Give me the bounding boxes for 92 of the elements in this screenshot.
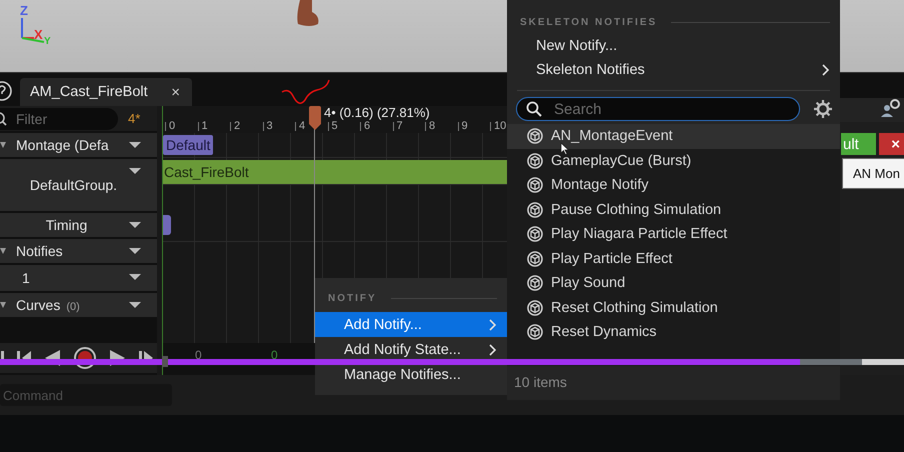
scrubber-handle[interactable] <box>162 356 168 367</box>
axis-label: Y <box>44 37 51 47</box>
item-label: Montage Notify <box>551 177 649 194</box>
track-count: (0) <box>66 301 80 313</box>
item-label: AN_MontageEvent <box>551 128 673 144</box>
filter-field[interactable]: Filter <box>0 108 118 130</box>
collapse-icon[interactable] <box>0 302 6 310</box>
list-item[interactable]: Play Sound <box>507 271 840 296</box>
tick-label: 1 <box>202 120 208 132</box>
track-name: DefaultGroup. <box>30 177 118 193</box>
close-button[interactable]: × <box>169 84 182 100</box>
mouse-cursor-icon <box>560 142 570 155</box>
item-label: GameplayCue (Burst) <box>551 152 692 169</box>
cube-icon <box>527 250 543 267</box>
tick-label: 6 <box>364 120 370 132</box>
cube-icon <box>527 202 543 218</box>
menu-heading: SKELETON NOTIFIES <box>520 16 658 28</box>
axis-label: X <box>34 28 43 41</box>
document-tab[interactable]: AM_Cast_FireBolt × <box>20 78 192 106</box>
command-field[interactable]: Command <box>0 384 172 406</box>
list-item[interactable]: AN_MontageEvent <box>507 124 840 148</box>
item-label: Reset Dynamics <box>551 324 657 340</box>
item-label: Play Niagara Particle Effect <box>551 226 728 242</box>
tick-label: 8 <box>429 120 436 132</box>
cube-icon <box>527 324 543 340</box>
menu-item[interactable]: Add Notify State... <box>315 337 507 362</box>
search-input[interactable]: Search <box>554 100 754 118</box>
dropdown-icon[interactable] <box>129 301 141 309</box>
item-label: Reset Clothing Simulation <box>551 300 718 316</box>
item-label: Play Particle Effect <box>551 250 672 267</box>
track-row[interactable]: DefaultGroup. <box>0 159 157 211</box>
person-gear-icon[interactable] <box>880 98 902 118</box>
search-icon <box>526 101 542 117</box>
search-field[interactable]: Search <box>516 97 800 121</box>
list-item[interactable]: Play Particle Effect <box>507 246 840 271</box>
cube-icon <box>527 300 543 316</box>
dropdown-icon[interactable] <box>129 221 141 229</box>
dropdown-icon[interactable] <box>129 273 141 281</box>
tooltip: AN Mon <box>842 158 904 189</box>
track-name: Montage (Defa <box>16 137 109 153</box>
menu-item[interactable]: Skeleton Notifies <box>507 58 840 82</box>
tick-label: 4 <box>299 120 306 132</box>
section-chip[interactable] <box>163 215 171 235</box>
axis-label: Z <box>20 4 28 17</box>
collapse-icon[interactable] <box>0 248 6 256</box>
tick-label: 2 <box>234 120 240 132</box>
menu-heading: NOTIFY <box>328 292 377 304</box>
tick-label: 5 <box>332 120 338 132</box>
collapse-icon[interactable] <box>0 142 6 150</box>
track-row[interactable]: Notifies <box>0 239 157 263</box>
dropdown-icon[interactable] <box>129 167 141 175</box>
tick-label: 0 <box>169 120 176 132</box>
track-row[interactable]: Curves (0) <box>0 293 157 317</box>
track-row[interactable]: 1 <box>0 265 157 291</box>
list-item[interactable]: Reset Clothing Simulation <box>507 296 840 320</box>
track-row[interactable]: Montage (Defa <box>0 133 157 157</box>
item-label: Play Sound <box>551 275 626 292</box>
item-label: Pause Clothing Simulation <box>551 202 722 218</box>
menu-item[interactable]: Add Notify... <box>315 312 507 337</box>
playhead-marker-icon[interactable] <box>309 106 321 130</box>
track-name: Curves <box>16 297 60 313</box>
list-item[interactable]: Play Niagara Particle Effect <box>507 222 840 246</box>
tick-label: 9 <box>462 120 468 132</box>
cube-icon <box>527 177 543 194</box>
track-name: 1 <box>22 270 30 286</box>
help-icon[interactable] <box>0 80 14 100</box>
cube-icon <box>527 128 543 144</box>
filter-input[interactable]: Filter <box>16 110 96 126</box>
tick-label: 3 <box>266 120 273 132</box>
dropdown-icon[interactable] <box>129 141 141 149</box>
list-item[interactable]: GameplayCue (Burst) <box>507 148 840 173</box>
item-count: 10 items <box>513 373 568 390</box>
track-name: Timing <box>46 217 88 233</box>
montage-segment[interactable]: Cast_FireBolt <box>163 160 508 184</box>
cancel-button[interactable]: × <box>879 133 904 155</box>
tab-title: AM_Cast_FireBolt <box>30 84 148 100</box>
count-label: 4* <box>128 111 140 126</box>
settings-icon[interactable] <box>814 100 832 118</box>
track-row[interactable]: Timing <box>0 213 157 237</box>
list-item[interactable]: Reset Dynamics <box>507 320 840 344</box>
list-item[interactable]: Pause Clothing Simulation <box>507 198 840 222</box>
menu-item[interactable]: New Notify... <box>507 34 840 58</box>
cube-icon <box>527 226 543 242</box>
menu-item[interactable]: Manage Notifies... <box>315 362 507 387</box>
cube-icon <box>527 275 543 292</box>
tick-label: 10 <box>494 120 506 132</box>
playhead-label: 4• (0.16) (27.81%) <box>324 106 430 120</box>
tick-label: 7 <box>396 120 403 132</box>
track-name: Notifies <box>16 243 63 259</box>
cube-icon <box>527 152 543 169</box>
list-item[interactable]: Montage Notify <box>507 173 840 198</box>
dropdown-icon[interactable] <box>129 247 141 255</box>
